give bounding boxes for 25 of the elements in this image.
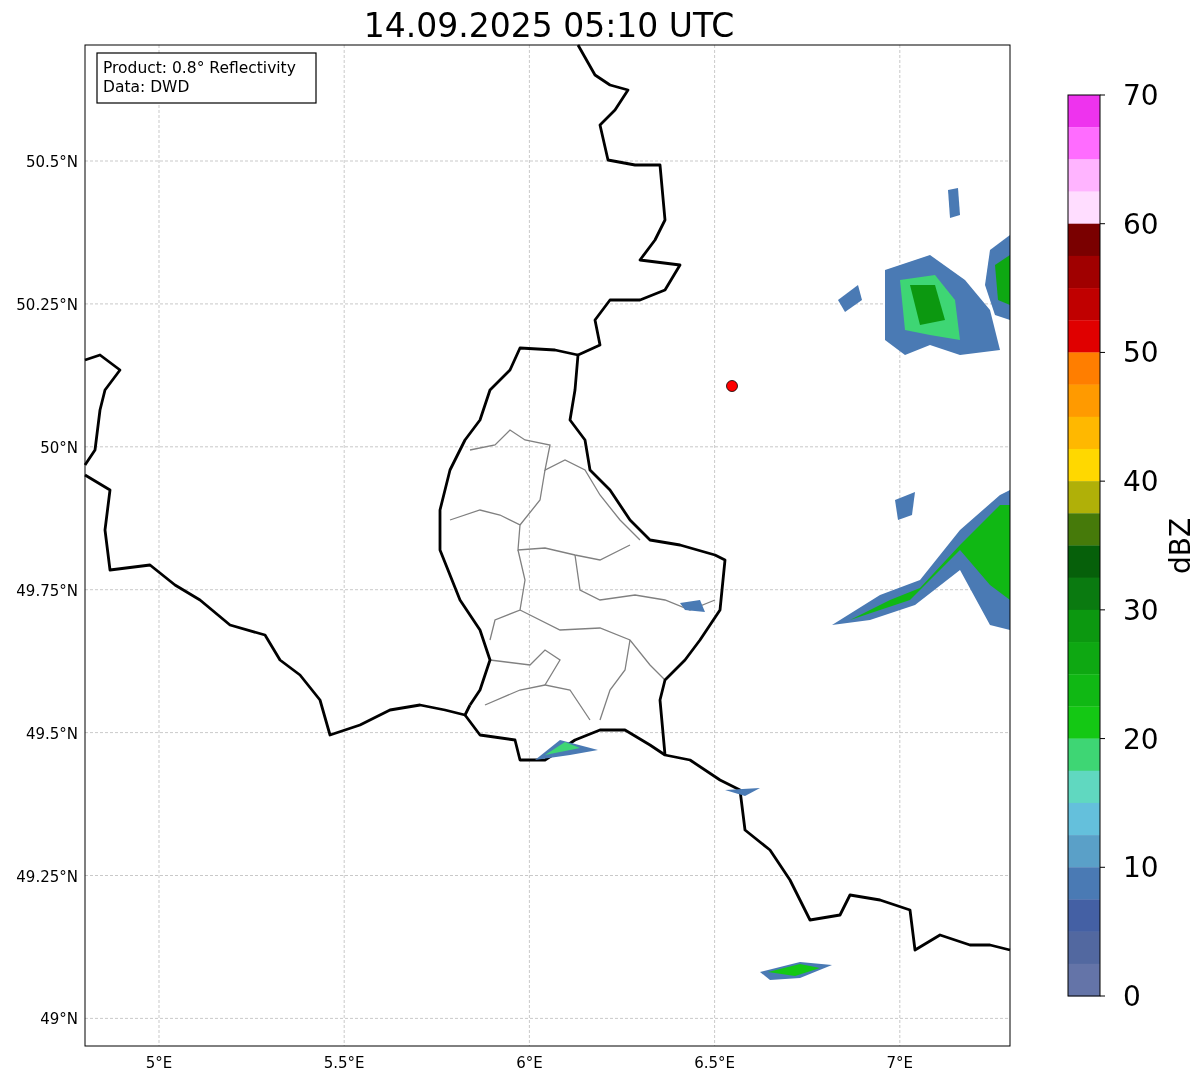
colorbar-tick-label: 30 <box>1123 593 1159 627</box>
info-text: Product: 0.8° Reflectivity <box>103 59 296 77</box>
latitude-label: 49.75°N <box>16 581 78 600</box>
colorbar-label: dBZ <box>1164 517 1197 575</box>
latitude-label: 50.25°N <box>16 295 78 314</box>
longitude-label: 6°E <box>516 1054 543 1072</box>
colorbar-tick-label: 50 <box>1123 336 1159 370</box>
longitude-label: 5.5°E <box>323 1054 365 1072</box>
radar-site-marker <box>726 380 738 392</box>
latitude-label: 49°N <box>40 1010 78 1029</box>
colorbar-tick-label: 70 <box>1123 79 1159 112</box>
colorbar-tick-label: 20 <box>1123 722 1159 756</box>
colorbar-tick-label: 40 <box>1123 465 1159 499</box>
colorbar-tick-label: 10 <box>1123 851 1159 885</box>
latitude-label: 50.5°N <box>25 153 78 171</box>
colorbar-tick-label: 60 <box>1123 207 1159 241</box>
longitude-label: 7°E <box>886 1054 914 1072</box>
colorbar-tick-label: 0 <box>1123 980 1141 1013</box>
figure-title: 14.09.2025 05:10 UTC <box>363 6 735 45</box>
longitude-label: 5°E <box>145 1054 173 1072</box>
info-text: Data: DWD <box>103 78 190 96</box>
longitude-label: 6.5°E <box>694 1054 735 1072</box>
latitude-label: 49.5°N <box>25 724 78 743</box>
latitude-label: 49.25°N <box>16 867 78 886</box>
latitude-label: 50°N <box>40 438 78 457</box>
